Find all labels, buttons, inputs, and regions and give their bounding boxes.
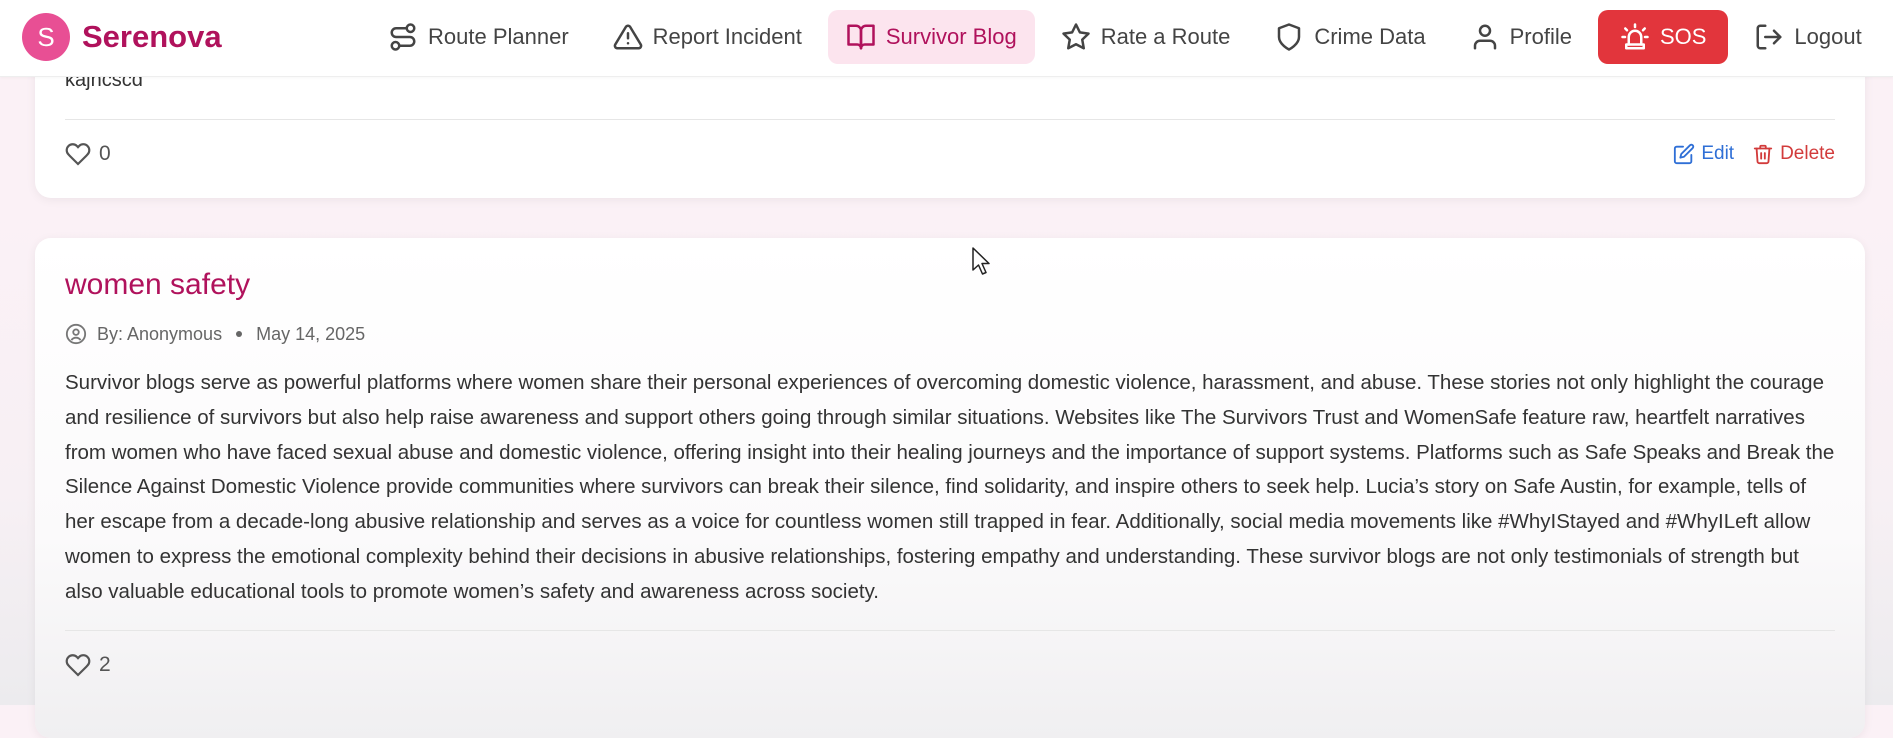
- like-count: 0: [99, 142, 111, 165]
- edit-label: Edit: [1701, 143, 1735, 164]
- meta-separator: [236, 331, 243, 337]
- post-meta: By: Anonymous May 14, 2025: [65, 323, 365, 345]
- nav-label: Route Planner: [428, 24, 569, 49]
- like-count: 2: [99, 653, 111, 676]
- brand-logo[interactable]: S Serenova: [22, 13, 222, 61]
- delete-label: Delete: [1780, 143, 1835, 164]
- book-open-icon: [847, 24, 875, 50]
- heart-icon: [65, 654, 91, 677]
- post-author: By: Anonymous: [97, 323, 223, 344]
- brand-name: Serenova: [82, 19, 222, 54]
- trash-icon: [1753, 144, 1773, 165]
- nav-label: Survivor Blog: [885, 24, 1017, 49]
- nav-label: Profile: [1509, 24, 1572, 49]
- logout-icon: [1756, 24, 1782, 50]
- nav-label: Report Incident: [652, 24, 802, 49]
- siren-icon: [1621, 23, 1649, 50]
- post-title: women safety: [65, 268, 251, 301]
- post-date: May 14, 2025: [256, 323, 366, 344]
- mouse-cursor-icon: [972, 247, 990, 275]
- shield-icon: [1278, 23, 1301, 51]
- nav-item-profile[interactable]: Profile: [1452, 10, 1590, 64]
- nav-item-rate-a-route[interactable]: Rate a Route: [1043, 10, 1249, 64]
- nav-label: Rate a Route: [1100, 24, 1231, 49]
- card-divider: [65, 630, 1835, 631]
- like-button[interactable]: 2: [65, 652, 111, 678]
- nav-item-crime-data[interactable]: Crime Data: [1256, 10, 1443, 64]
- user-circle-icon: [65, 323, 87, 345]
- card-divider: [65, 119, 1835, 120]
- user-icon: [1473, 24, 1496, 50]
- nav-label: Crime Data: [1314, 24, 1426, 49]
- route-icon: [390, 23, 416, 51]
- nav-item-survivor-blog[interactable]: Survivor Blog: [827, 10, 1035, 64]
- nav-menu: Route Planner Report Incident Survivor B…: [370, 10, 1880, 64]
- star-icon: [1061, 23, 1090, 50]
- logout-button[interactable]: Logout: [1736, 10, 1879, 64]
- like-button[interactable]: 0: [65, 141, 111, 167]
- delete-button[interactable]: Delete: [1752, 143, 1835, 165]
- alert-triangle-icon: [613, 24, 642, 50]
- brand-badge: S: [22, 13, 70, 61]
- sos-button[interactable]: SOS: [1597, 10, 1729, 64]
- logout-label: Logout: [1794, 24, 1862, 49]
- heart-icon: [65, 143, 91, 166]
- nav-item-route-planner[interactable]: Route Planner: [370, 10, 587, 64]
- sos-label: SOS: [1659, 24, 1707, 49]
- post-body: Survivor blogs serve as powerful platfor…: [65, 371, 1835, 603]
- edit-button[interactable]: Edit: [1673, 143, 1734, 165]
- nav-item-report-incident[interactable]: Report Incident: [595, 10, 820, 64]
- post-actions: Edit Delete: [1655, 143, 1835, 165]
- blog-post-card: women safety By: Anonymous May 14, 2025 …: [35, 238, 1865, 738]
- edit-icon: [1674, 143, 1695, 165]
- top-navbar: S Serenova Route Planner Report Incident…: [0, 0, 1893, 77]
